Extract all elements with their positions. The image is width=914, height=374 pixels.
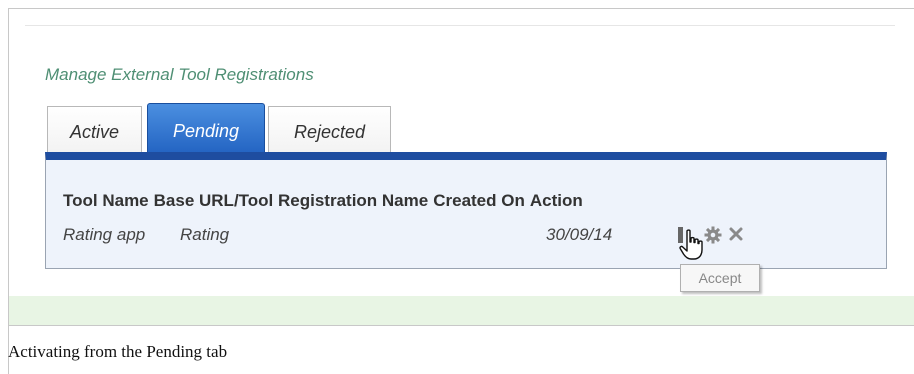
tab-label: Active	[69, 122, 120, 142]
figure-caption: Activating from the Pending tab	[8, 342, 228, 361]
tab-pending[interactable]: Pending	[147, 103, 265, 159]
footer-strip	[9, 296, 914, 325]
page-title: Manage External Tool Registrations	[45, 65, 314, 84]
registrations-panel: Tool Name Base URL/Tool Registration Name…	[45, 152, 887, 269]
gear-icon[interactable]	[704, 226, 722, 244]
table-header: Tool Name Base URL/Tool Registration Name…	[63, 191, 588, 211]
cell-tool-name: Rating app	[63, 225, 146, 244]
tab-label: Pending	[172, 121, 240, 141]
close-icon[interactable]	[728, 226, 744, 242]
column-header-created-on: Created On	[433, 191, 525, 210]
row-actions	[676, 223, 756, 247]
column-header-action: Action	[529, 191, 583, 210]
tab-active[interactable]: Active	[47, 106, 142, 158]
tab-label: Rejected	[293, 122, 366, 142]
tab-rejected[interactable]: Rejected	[268, 106, 391, 158]
column-header-tool-name: Tool Name	[63, 191, 149, 210]
screenshot-frame: Manage External Tool Registrations Activ…	[8, 8, 914, 326]
tooltip-text: Accept	[698, 270, 742, 286]
accept-icon[interactable]	[676, 223, 686, 245]
cell-registration-name: Rating	[180, 225, 230, 244]
column-header-base-url: Base URL/Tool Registration Name	[153, 191, 429, 210]
accept-tooltip: Accept	[680, 264, 760, 292]
divider	[25, 17, 895, 26]
cell-created-on: 30/09/14	[546, 225, 613, 244]
